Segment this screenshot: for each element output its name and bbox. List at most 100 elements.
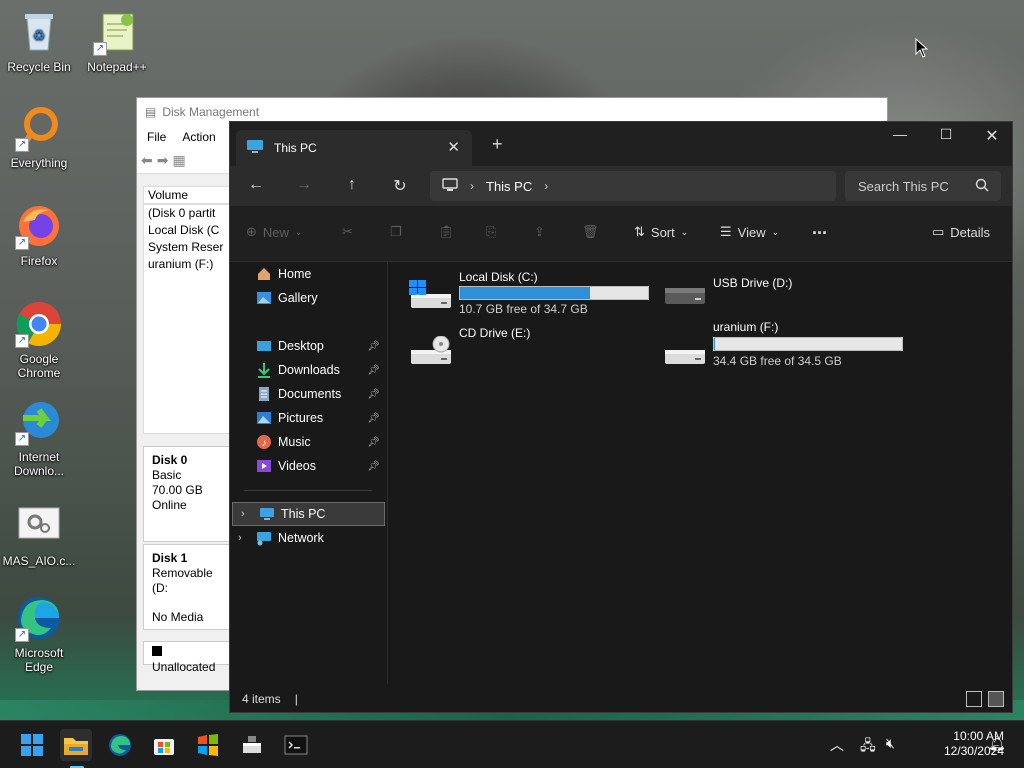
disk-management-icon: ▤ [145,105,157,119]
volume-muted-icon[interactable]: 🔇︎ [886,735,895,752]
desktop-icon-internet-download-manager[interactable]: ↗ Internet Downlo... [0,398,78,478]
pin-icon[interactable]: 📌︎ [367,341,380,352]
desktop-folder-icon [256,338,272,354]
search-icon [975,178,989,195]
back-icon[interactable]: ← [244,176,268,194]
minimize-icon[interactable]: — [880,126,920,142]
close-window-icon[interactable]: ✕ [972,126,1012,146]
volume-row[interactable]: (Disk 0 partit [144,205,232,222]
volume-row[interactable]: Local Disk (C [144,222,232,239]
taskbar-microsoft-store[interactable] [148,729,180,761]
breadcrumb-this-pc[interactable]: This PC [486,179,532,194]
new-tab-plus-icon[interactable]: + [492,134,503,155]
drive-usage-bar [713,337,903,351]
properties-icon[interactable]: ▦ [172,152,185,169]
nav-pictures[interactable]: Pictures 📌︎ [230,406,386,430]
nav-network[interactable]: › Network [230,526,386,550]
cut-icon[interactable]: ✂ [342,224,353,240]
notification-bell-icon[interactable]: 🔔︎ [988,735,1006,752]
nav-music[interactable]: ♪ Music 📌︎ [230,430,386,454]
chevron-right-icon[interactable]: › [241,508,245,520]
tab-close-icon[interactable]: ✕ [447,138,460,156]
taskbar-edge[interactable] [104,729,136,761]
new-button[interactable]: ⊕ New ⌄ [246,224,302,240]
desktop-icon-everything[interactable]: ↗ Everything [0,104,78,170]
delete-icon[interactable]: 🗑︎ [582,224,599,240]
forward-icon[interactable]: → [292,176,316,194]
back-arrow-icon[interactable]: ⬅ [141,152,153,169]
nav-label: Desktop [278,339,324,353]
taskbar-terminal[interactable] [280,729,312,761]
nav-videos[interactable]: Videos 📌︎ [230,454,386,478]
drive-usage-fill [714,338,715,350]
paste-icon[interactable]: 📋︎ [438,224,455,240]
taskbar-disk-management[interactable] [236,729,268,761]
drive-uranium-f[interactable]: uranium (F:) 34.4 GB free of 34.5 GB [663,320,913,374]
network-icon [256,530,272,546]
address-bar[interactable]: › This PC › [430,171,836,201]
drive-local-disk-c[interactable]: Local Disk (C:) 10.7 GB free of 34.7 GB [409,268,659,318]
notepad-plus-plus-icon: ↗ [93,8,141,56]
nav-this-pc[interactable]: › This PC [232,502,385,526]
videos-icon [256,458,272,474]
network-status-icon[interactable]: 🖧︎ [860,735,876,759]
refresh-icon[interactable]: ↻ [388,176,412,196]
taskbar-file-explorer[interactable] [60,729,92,761]
forward-arrow-icon[interactable]: ➡ [157,152,169,169]
chevron-right-icon[interactable]: › [470,179,474,193]
pin-icon[interactable]: 📌︎ [367,437,380,448]
tab-title: This PC [274,141,317,155]
drive-cd-e[interactable]: CD Drive (E:) [409,324,659,374]
nav-label: Videos [278,459,316,473]
pin-icon[interactable]: 📌︎ [367,365,380,376]
nav-gallery[interactable]: Gallery [230,286,386,310]
details-view-icon[interactable] [966,691,982,707]
up-icon[interactable]: ↑ [340,176,364,194]
folder-icon [64,738,88,755]
chevron-right-icon[interactable]: › [238,532,242,544]
pin-icon[interactable]: 📌︎ [367,461,380,472]
desktop-icon-firefox[interactable]: ↗ Firefox [0,202,78,268]
rename-icon[interactable]: ⎘ [486,224,496,240]
disk-0-panel[interactable]: Disk 0 Basic 70.00 GB Online [143,446,233,542]
tiles-view-icon[interactable] [988,691,1004,707]
taskbar-windows-logo-app[interactable] [192,729,224,761]
menu-action[interactable]: Action [182,130,215,144]
usb-drive-icon [663,280,707,310]
menu-file[interactable]: File [147,130,166,144]
details-pane-button[interactable]: ▭ Details [932,224,990,240]
disk-0-status: Online [152,498,187,512]
nav-label: Music [278,435,311,449]
nav-downloads[interactable]: Downloads 📌︎ [230,358,386,382]
volume-row[interactable]: uranium (F:) [144,256,232,273]
file-explorer-window[interactable]: This PC ✕ + — ☐ ✕ ← → ↑ ↻ › This PC › Se… [229,121,1013,713]
chevron-up-icon[interactable]: ︿ [830,735,844,755]
start-button[interactable] [16,729,48,761]
desktop-icon-microsoft-edge[interactable]: ↗ Microsoft Edge [0,594,78,674]
more-options-icon[interactable]: ... [812,218,827,239]
volume-column-header[interactable]: Volume [143,186,233,204]
chevron-right-icon[interactable]: › [544,179,548,193]
desktop-icon-mas-aio[interactable]: MAS_AIO.c... [0,502,78,568]
share-icon[interactable]: ⇪ [534,224,545,240]
windows-logo-icon [21,734,43,756]
sort-button[interactable]: ⇅ Sort ⌄ [634,224,688,240]
disk-1-panel[interactable]: Disk 1 Removable (D: No Media [143,544,233,630]
pin-icon[interactable]: 📌︎ [367,413,380,424]
search-box[interactable]: Search This PC [845,171,1001,201]
desktop-icon-notepad-plus-plus[interactable]: ↗ Notepad++ [78,8,156,74]
drive-usb-d[interactable]: USB Drive (D:) [663,268,913,318]
gallery-icon [256,290,272,306]
view-button[interactable]: ☰ View ⌄ [720,224,779,240]
terminal-icon [284,735,308,755]
desktop-icon-recycle-bin[interactable]: ♻ Recycle Bin [0,8,78,74]
desktop-icon-google-chrome[interactable]: ↗ Google Chrome [0,300,78,380]
nav-documents[interactable]: Documents 📌︎ [230,382,386,406]
maximize-icon[interactable]: ☐ [926,126,966,143]
nav-home[interactable]: Home [230,262,386,286]
tab-this-pc[interactable]: This PC ✕ [236,130,472,166]
nav-desktop[interactable]: Desktop 📌︎ [230,334,386,358]
copy-icon[interactable]: ❐ [390,224,402,240]
volume-row[interactable]: System Reser [144,239,232,256]
pin-icon[interactable]: 📌︎ [367,389,380,400]
